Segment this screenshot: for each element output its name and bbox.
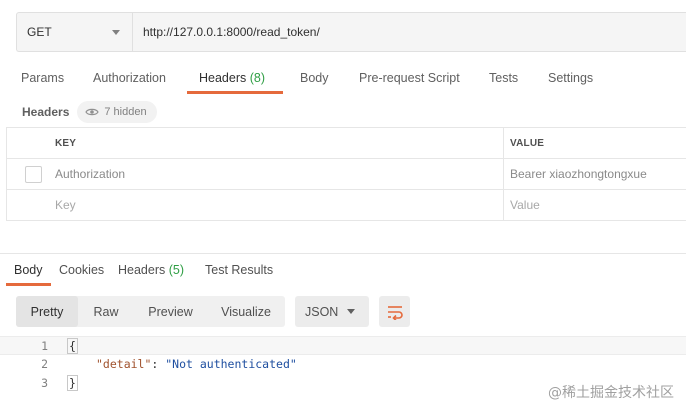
tab-settings[interactable]: Settings — [548, 64, 593, 94]
response-tabs: Body Cookies Headers (5) Test Results — [0, 256, 686, 286]
http-method-label: GET — [27, 25, 52, 39]
table-header-row: KEY VALUE — [7, 128, 686, 159]
code-text: "detail": "Not authenticated" — [96, 357, 297, 371]
json-key: "detail" — [96, 357, 152, 371]
view-visualize-button[interactable]: Visualize — [207, 296, 285, 327]
chevron-down-icon — [347, 309, 355, 314]
url-text: http://127.0.0.1:8000/read_token/ — [143, 25, 320, 39]
response-tab-headers[interactable]: Headers (5) — [118, 256, 184, 286]
column-divider — [503, 159, 504, 189]
column-header-key: KEY — [55, 137, 77, 149]
row-enable-checkbox[interactable] — [25, 166, 42, 183]
tab-params[interactable]: Params — [21, 64, 64, 94]
line-number: 1 — [41, 339, 48, 353]
view-raw-button[interactable]: Raw — [78, 296, 134, 327]
code-text: } — [67, 375, 78, 391]
wrap-lines-button[interactable] — [379, 296, 410, 327]
headers-table: KEY VALUE Authorization Bearer xiaozhong… — [6, 127, 686, 221]
watermark: @稀土掘金技术社区 — [548, 385, 674, 401]
tab-body[interactable]: Body — [300, 64, 329, 94]
response-tab-headers-label: Headers — [118, 263, 166, 277]
column-header-value: VALUE — [510, 137, 545, 149]
response-tab-body[interactable]: Body — [6, 256, 50, 286]
tab-authorization[interactable]: Authorization — [93, 64, 166, 94]
response-tab-cookies[interactable]: Cookies — [59, 256, 104, 286]
tab-tests[interactable]: Tests — [489, 64, 518, 94]
eye-icon — [85, 108, 100, 116]
response-view-modes: Pretty Raw Preview Visualize — [16, 296, 285, 327]
request-url-bar: GET http://127.0.0.1:8000/read_token/ — [16, 12, 686, 52]
open-brace: { — [67, 338, 78, 354]
code-text: { — [67, 338, 78, 354]
hidden-count-label: 7 hidden — [104, 106, 147, 118]
column-divider — [503, 128, 504, 158]
http-method-select[interactable]: GET — [17, 13, 133, 51]
tab-headers-count: (8) — [249, 71, 266, 85]
table-row: Authorization Bearer xiaozhongtongxue — [7, 159, 686, 190]
json-colon: : — [151, 357, 166, 371]
json-value: "Not authenticated" — [165, 357, 297, 371]
close-brace: } — [67, 375, 78, 391]
line-number: 3 — [41, 376, 48, 390]
response-tab-test-results[interactable]: Test Results — [205, 256, 273, 286]
line-number: 2 — [41, 357, 48, 371]
headers-subheader: Headers 7 hidden — [22, 100, 157, 124]
tab-headers-label: Headers — [199, 71, 247, 85]
response-format-label: JSON — [305, 304, 339, 319]
request-tabs: Params Authorization Headers (8) Body Pr… — [0, 64, 686, 94]
response-divider — [0, 253, 686, 254]
code-line: 1 { — [0, 336, 686, 355]
header-key-cell[interactable]: Authorization — [55, 159, 125, 189]
view-preview-button[interactable]: Preview — [134, 296, 207, 327]
url-input[interactable]: http://127.0.0.1:8000/read_token/ — [133, 13, 686, 51]
hidden-headers-toggle[interactable]: 7 hidden — [77, 101, 157, 123]
headers-title: Headers — [22, 105, 70, 119]
column-divider — [503, 190, 504, 220]
code-line: 2 "detail": "Not authenticated" — [0, 355, 686, 374]
header-value-cell[interactable]: Bearer xiaozhongtongxue — [510, 159, 647, 189]
response-format-select[interactable]: JSON — [295, 296, 369, 327]
tab-prerequest-script[interactable]: Pre-request Script — [359, 64, 460, 94]
new-key-input[interactable]: Key — [55, 190, 76, 220]
view-pretty-button[interactable]: Pretty — [16, 296, 78, 327]
response-tab-headers-count: (5) — [168, 263, 185, 277]
table-row-new: Key Value — [7, 190, 686, 221]
tab-headers[interactable]: Headers (8) — [186, 64, 284, 94]
wrap-lines-icon — [387, 305, 403, 320]
chevron-down-icon — [112, 29, 120, 35]
new-value-input[interactable]: Value — [510, 190, 540, 220]
